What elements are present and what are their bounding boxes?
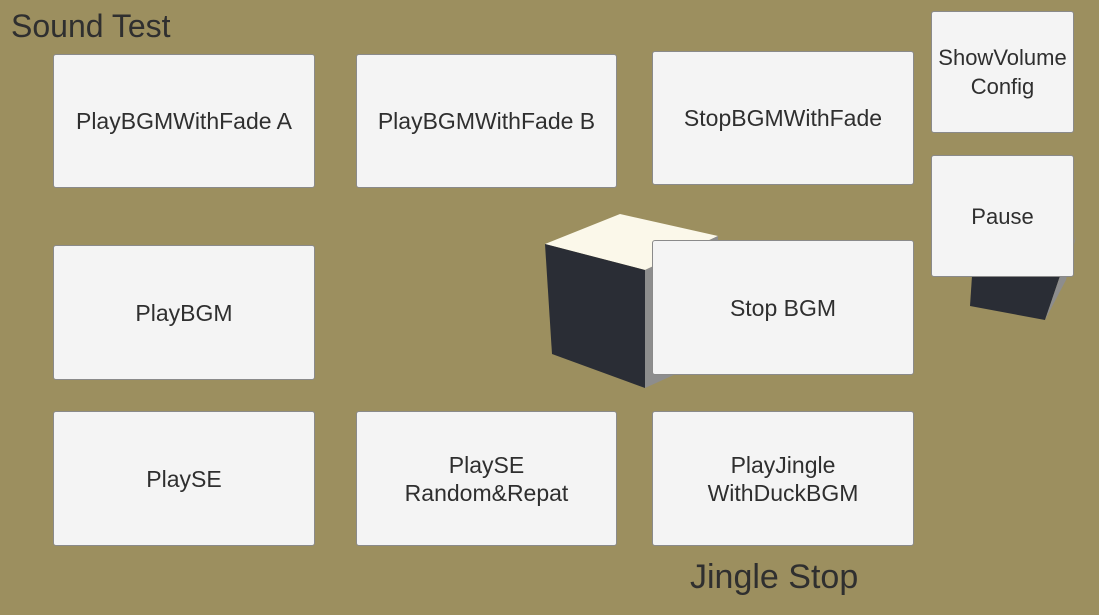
play-se-label: PlaySE: [146, 465, 222, 492]
stop-bgm-with-fade-button[interactable]: StopBGMWithFade: [652, 51, 914, 185]
play-jingle-with-duck-bgm-button[interactable]: PlayJingle WithDuckBGM: [652, 411, 914, 546]
stop-bgm-with-fade-label: StopBGMWithFade: [683, 105, 883, 131]
play-se-random-repeat-label: PlaySE Random&Repat: [404, 451, 569, 506]
show-volume-config-label: ShowVolumeConfig: [938, 45, 1067, 99]
show-volume-config-button[interactable]: ShowVolumeConfig: [931, 11, 1074, 133]
cube-right-front: [970, 276, 1060, 320]
pause-label: Pause: [971, 203, 1034, 229]
pause-button[interactable]: Pause: [931, 155, 1074, 277]
stop-bgm-button[interactable]: Stop BGM: [652, 240, 914, 375]
play-bgm-with-fade-b-button[interactable]: PlayBGMWithFade B: [356, 54, 617, 188]
play-bgm-with-fade-a-label: PlayBGMWithFade A: [75, 108, 293, 134]
status-text: Jingle Stop: [690, 558, 859, 596]
play-jingle-with-duck-bgm-label: PlayJingle WithDuckBGM: [707, 451, 859, 506]
stop-bgm-label: Stop BGM: [729, 294, 837, 321]
play-bgm-with-fade-a-button[interactable]: PlayBGMWithFade A: [53, 54, 315, 188]
play-bgm-with-fade-b-label: PlayBGMWithFade B: [377, 108, 596, 134]
play-se-button[interactable]: PlaySE: [53, 411, 315, 546]
play-bgm-label: PlayBGM: [135, 299, 233, 326]
play-se-random-repeat-button[interactable]: PlaySE Random&Repat: [356, 411, 617, 546]
page-title: Sound Test: [11, 8, 171, 44]
play-bgm-button[interactable]: PlayBGM: [53, 245, 315, 380]
